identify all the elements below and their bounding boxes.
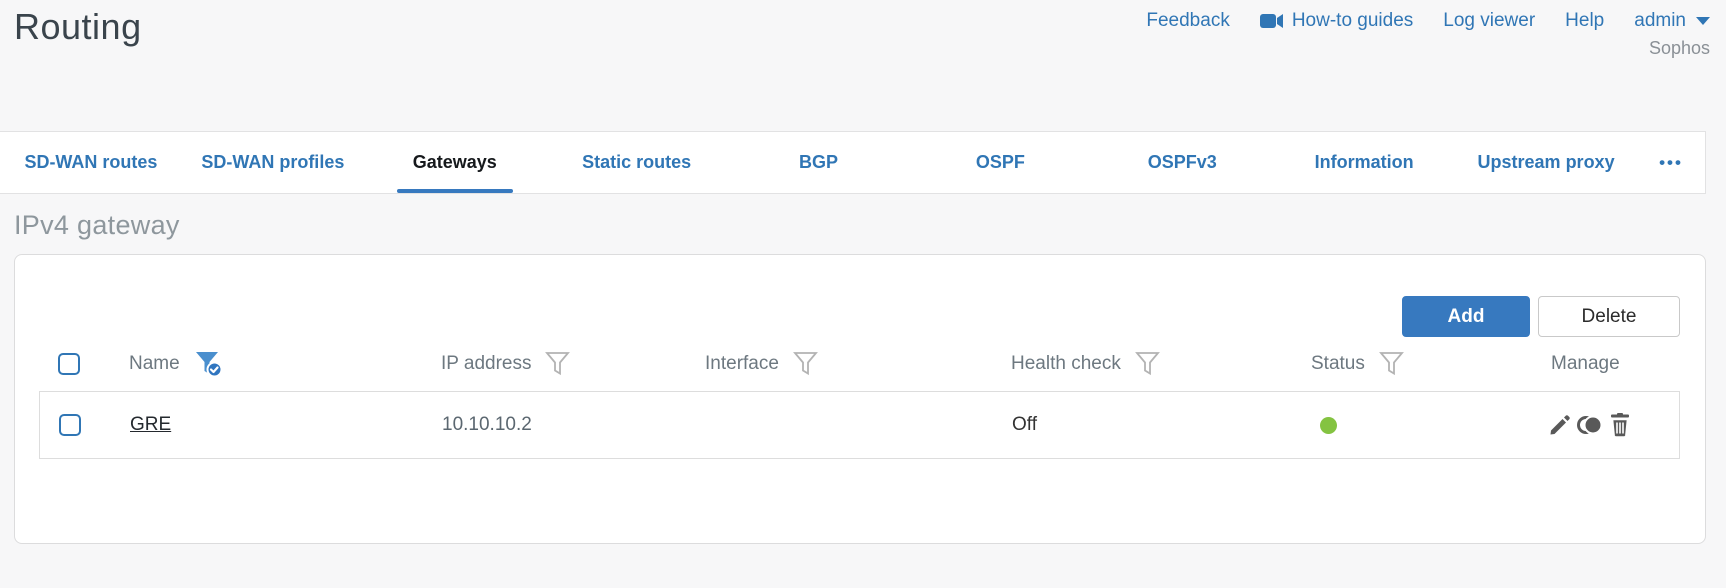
table-body: GRE 10.10.10.2 Off — [39, 391, 1680, 459]
log-viewer-label: Log viewer — [1443, 10, 1536, 31]
tab-sdwan-profiles[interactable]: SD-WAN profiles — [182, 132, 364, 193]
tab-gateways[interactable]: Gateways — [364, 132, 546, 193]
add-button[interactable]: Add — [1402, 296, 1530, 337]
filter-icon[interactable] — [1134, 351, 1161, 377]
howto-guides-link[interactable]: How-to guides — [1259, 10, 1414, 32]
table-toolbar: Add Delete — [39, 296, 1680, 337]
help-link[interactable]: Help — [1565, 10, 1604, 32]
tab-static-routes[interactable]: Static routes — [546, 132, 728, 193]
manage-actions — [1544, 413, 1679, 437]
help-label: Help — [1565, 10, 1605, 31]
column-header-name: Name — [129, 353, 180, 374]
edit-icon[interactable] — [1548, 413, 1572, 437]
clone-icon[interactable] — [1577, 413, 1603, 437]
select-all-checkbox[interactable] — [58, 353, 80, 375]
tab-sdwan-routes[interactable]: SD-WAN routes — [0, 132, 182, 193]
table-header: Name IP address Interface Health check S… — [39, 337, 1680, 391]
gateway-table-card: Add Delete Name IP address Interface Hea… — [14, 254, 1706, 544]
filter-active-icon[interactable] — [194, 350, 224, 378]
feedback-link[interactable]: Feedback — [1146, 10, 1229, 32]
howto-guides-label: How-to guides — [1291, 10, 1414, 31]
column-header-health-check: Health check — [1011, 353, 1121, 374]
tab-ospf[interactable]: OSPF — [909, 132, 1091, 193]
gateway-ip-address: 10.10.10.2 — [442, 414, 532, 435]
tab-information[interactable]: Information — [1273, 132, 1455, 193]
admin-menu[interactable]: admin — [1634, 10, 1710, 32]
more-tabs-button[interactable]: ••• — [1637, 132, 1705, 193]
tab-bar: SD-WAN routes SD-WAN profiles Gateways S… — [0, 131, 1706, 194]
column-header-status: Status — [1311, 353, 1365, 374]
tab-ospfv3[interactable]: OSPFv3 — [1091, 132, 1273, 193]
log-viewer-link[interactable]: Log viewer — [1443, 10, 1535, 32]
filter-icon[interactable] — [793, 351, 819, 377]
table-row: GRE 10.10.10.2 Off — [40, 392, 1679, 458]
top-navigation: Feedback How-to guides Log viewer Help a… — [1146, 6, 1710, 59]
delete-icon[interactable] — [1608, 413, 1632, 437]
video-camera-icon — [1259, 13, 1284, 29]
section-title: IPv4 gateway — [14, 210, 180, 240]
page-header: Routing Feedback How-to guides Log viewe… — [0, 0, 1726, 131]
filter-icon[interactable] — [1378, 351, 1405, 377]
delete-button[interactable]: Delete — [1538, 296, 1680, 337]
feedback-label: Feedback — [1146, 10, 1230, 31]
column-header-interface: Interface — [705, 353, 779, 374]
status-dot — [1320, 416, 1337, 434]
chevron-down-icon — [1696, 17, 1710, 25]
gateway-name-link[interactable]: GRE — [130, 414, 171, 435]
page-title: Routing — [14, 6, 142, 47]
admin-label: admin — [1634, 10, 1686, 31]
brand-label: Sophos — [1648, 38, 1710, 58]
column-header-ip-address: IP address — [441, 353, 532, 374]
row-checkbox[interactable] — [59, 414, 81, 436]
gateway-health-check: Off — [1012, 414, 1037, 435]
tab-upstream-proxy[interactable]: Upstream proxy — [1455, 132, 1637, 193]
tab-bgp[interactable]: BGP — [728, 132, 910, 193]
filter-icon[interactable] — [545, 351, 571, 377]
column-header-manage: Manage — [1551, 353, 1620, 374]
